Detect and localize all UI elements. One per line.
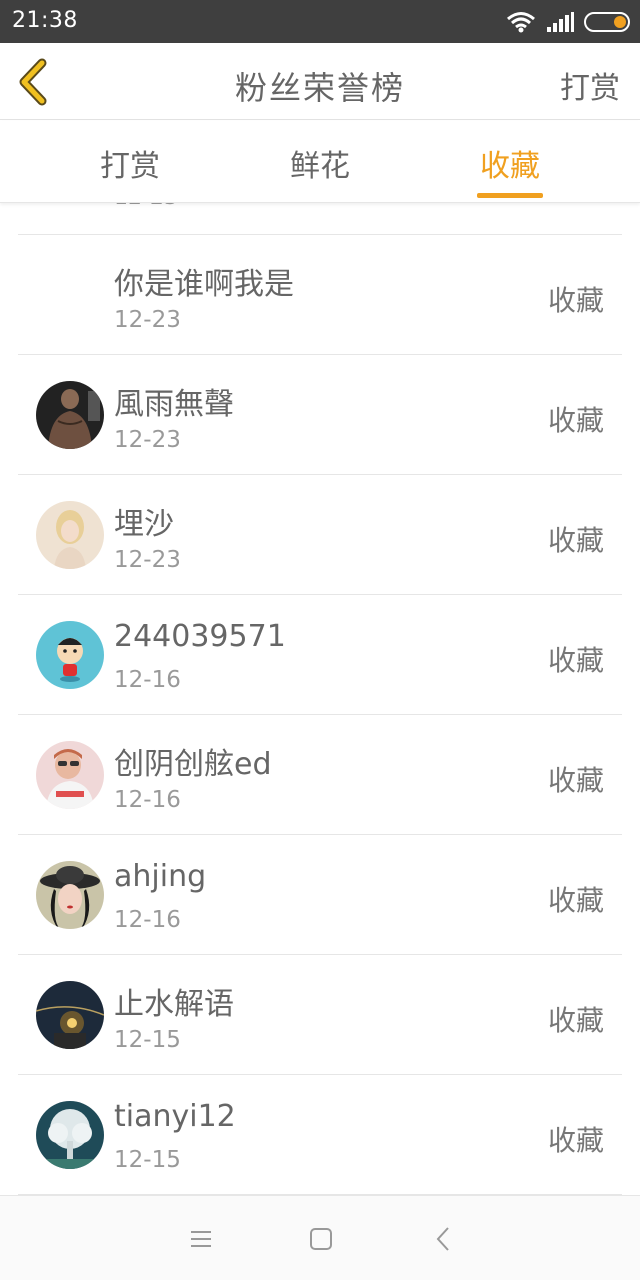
avatar[interactable]	[36, 621, 104, 689]
item-type: 收藏	[547, 284, 604, 317]
user-name: 244039571	[114, 619, 286, 654]
avatar[interactable]	[36, 741, 104, 809]
item-date: 12-23	[114, 547, 181, 573]
user-name: 風雨無聲	[114, 387, 234, 422]
avatar[interactable]	[36, 501, 104, 569]
list-item[interactable]: 風雨無聲 12-23 收藏	[18, 354, 622, 474]
battery-level	[614, 16, 626, 28]
user-name: tianyi12	[114, 1099, 236, 1134]
status-bar: 21:38	[0, 0, 640, 43]
list-item[interactable]: 埋沙 12-23 收藏	[18, 474, 622, 594]
home-square-icon	[310, 1228, 332, 1250]
night-lantern-avatar-icon	[36, 981, 104, 1049]
home-button[interactable]	[306, 1224, 336, 1254]
signal-icon	[547, 12, 574, 32]
list-item[interactable]: 你是谁啊我是 12-23 收藏	[18, 234, 622, 354]
item-date: 12-16	[114, 667, 181, 693]
item-type: 收藏	[547, 644, 604, 677]
status-icons	[506, 9, 630, 35]
tab-bar: 打赏 鲜花 收藏	[0, 121, 640, 203]
user-name: ahjing	[114, 859, 207, 894]
item-date: 12-23	[114, 427, 181, 453]
list-item[interactable]: 创阴创舷ed 12-16 收藏	[18, 714, 622, 834]
page-title: 粉丝荣誉榜	[234, 69, 405, 107]
blonde-woman-avatar-icon	[36, 501, 104, 569]
user-name: 你是谁啊我是	[114, 267, 294, 302]
avatar[interactable]	[36, 1101, 104, 1169]
hat-woman-avatar-icon	[36, 861, 104, 929]
item-date: 12-23	[114, 307, 181, 333]
list-item[interactable]: 止水解语 12-15 收藏	[18, 954, 622, 1074]
item-type: 收藏	[547, 524, 604, 557]
item-date: 12-16	[114, 907, 181, 933]
item-type: 收藏	[547, 1004, 604, 1037]
avatar[interactable]	[36, 861, 104, 929]
list-item[interactable]: ahjing 12-16 收藏	[18, 834, 622, 954]
avatar[interactable]	[36, 981, 104, 1049]
back-triangle-icon	[436, 1227, 449, 1251]
app-bar: 粉丝荣誉榜 打赏	[0, 43, 640, 120]
list-item[interactable]: 244039571 12-16 收藏	[18, 594, 622, 714]
item-date: 12-16	[114, 787, 181, 813]
item-type: 收藏	[547, 404, 604, 437]
user-name: 创阴创舷ed	[114, 747, 272, 782]
partial-row-date: 12-23	[114, 203, 178, 210]
fan-list[interactable]: 12-23 你是谁啊我是 12-23 收藏 風雨無聲 12-23 收藏	[18, 203, 622, 1195]
cartoon-boy-avatar-icon	[36, 621, 104, 689]
trunk-person-avatar-icon	[36, 741, 104, 809]
nav-back-button[interactable]	[428, 1224, 458, 1254]
wifi-icon	[507, 12, 535, 33]
menu-button[interactable]	[186, 1224, 216, 1254]
list-item[interactable]: tianyi12 12-15 收藏	[18, 1074, 622, 1194]
tab-favorites[interactable]: 收藏	[450, 141, 570, 185]
item-date: 12-15	[114, 1027, 181, 1053]
user-name: 埋沙	[114, 507, 174, 542]
status-time: 21:38	[12, 8, 78, 33]
item-date: 12-15	[114, 1147, 181, 1173]
active-tab-indicator	[477, 193, 543, 198]
user-name: 止水解语	[114, 987, 234, 1022]
menu-icon	[191, 1231, 211, 1247]
item-type: 收藏	[547, 884, 604, 917]
tab-reward[interactable]: 打赏	[70, 141, 190, 185]
white-tree-avatar-icon	[36, 1101, 104, 1169]
reward-button[interactable]: 打赏	[560, 63, 620, 107]
muscle-man-avatar-icon	[36, 381, 104, 449]
battery-icon	[584, 12, 630, 32]
tab-flowers[interactable]: 鲜花	[260, 141, 380, 185]
system-nav-bar	[0, 1195, 640, 1280]
item-type: 收藏	[547, 764, 604, 797]
item-type: 收藏	[547, 1124, 604, 1157]
avatar[interactable]	[36, 381, 104, 449]
